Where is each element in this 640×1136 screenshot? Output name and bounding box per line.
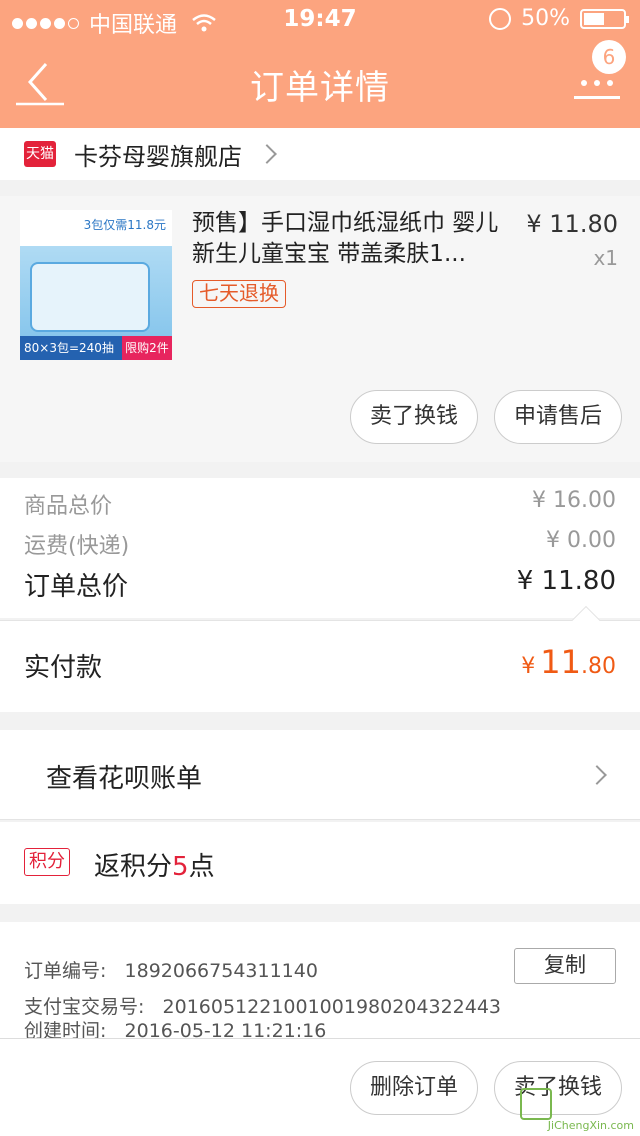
page-title: 订单详情 [250, 68, 390, 108]
product-title[interactable]: 预售】手口湿巾纸湿纸巾 婴儿新生儿童宝宝 带盖柔肤1... [192, 208, 512, 270]
product-image[interactable]: 3包仅需11.8元 80×3包=240抽 限购2件 [20, 210, 172, 360]
points-badge: 积分 [24, 848, 70, 876]
shipping-row: 运费(快递) ¥ 0.00 [24, 528, 616, 560]
paid-amount-row: 实付款 ¥ 11.80 [0, 605, 640, 712]
product-card: 3包仅需11.8元 80×3包=240抽 限购2件 预售】手口湿巾纸湿纸巾 婴儿… [0, 196, 640, 462]
return-policy-tag: 七天退换 [192, 280, 286, 308]
notification-badge: 6 [592, 40, 626, 74]
bottom-action-bar: 删除订单 卖了换钱 JiChengXin.com [0, 1038, 640, 1136]
points-text: 返积分5点 [94, 852, 215, 882]
after-sale-button[interactable]: 申请售后 [494, 390, 622, 444]
order-total-value: ¥ 11.80 [516, 566, 616, 596]
alipay-number: 2016051221001001980204322443 [162, 996, 502, 1018]
goods-total-row: 商品总价 ¥ 16.00 [24, 488, 616, 520]
status-right: 50% [489, 6, 629, 31]
battery-percent: 50% [521, 6, 570, 31]
alipay-number-row: 支付宝交易号: 2016051221001001980204322443 [24, 996, 502, 1018]
product-quantity: x1 [593, 246, 618, 270]
points-row: 积分 返积分5点 [0, 822, 640, 904]
goods-total-label: 商品总价 [24, 494, 113, 519]
order-number: 1892066754311140 [124, 960, 318, 982]
order-total-row: 订单总价 ¥ 11.80 [24, 566, 616, 603]
top-bar: 中国联通 19:47 50% 订单详情 6 [0, 0, 640, 128]
paid-label: 实付款 [24, 653, 103, 683]
order-info: 订单编号: 1892066754311140 复制 支付宝交易号: 201605… [0, 922, 640, 1042]
watermark: JiChengXin.com [514, 1088, 634, 1132]
more-menu-icon[interactable] [572, 74, 622, 106]
product-price: ¥ 11.80 [526, 210, 618, 238]
image-promo-text: 3包仅需11.8元 [83, 218, 166, 232]
tmall-icon: 天猫 [24, 141, 56, 167]
paid-value: ¥ 11.80 [521, 643, 616, 681]
chevron-right-icon [587, 765, 607, 785]
huabei-bill-row[interactable]: 查看花呗账单 [0, 730, 640, 820]
copy-button[interactable]: 复制 [514, 948, 616, 984]
battery-icon [580, 8, 629, 29]
shipping-value: ¥ 0.00 [546, 528, 616, 553]
sell-for-cash-button[interactable]: 卖了换钱 [350, 390, 478, 444]
goods-total-value: ¥ 16.00 [532, 488, 616, 513]
status-bar: 中国联通 19:47 50% [0, 0, 640, 40]
delete-order-button[interactable]: 删除订单 [350, 1061, 478, 1115]
order-number-row: 订单编号: 1892066754311140 [24, 960, 318, 982]
rotation-lock-icon [489, 7, 512, 30]
image-limit-text: 限购2件 [122, 336, 172, 360]
chevron-right-icon [257, 144, 277, 164]
store-name: 卡芬母婴旗舰店 [74, 142, 242, 171]
order-total-label: 订单总价 [24, 572, 129, 602]
price-summary: 商品总价 ¥ 16.00 运费(快递) ¥ 0.00 订单总价 ¥ 11.80 [0, 478, 640, 618]
huabei-bill-label: 查看花呗账单 [46, 764, 203, 794]
shipping-label: 运费(快递) [24, 534, 130, 559]
store-row[interactable]: 天猫 卡芬母婴旗舰店 [0, 128, 640, 180]
